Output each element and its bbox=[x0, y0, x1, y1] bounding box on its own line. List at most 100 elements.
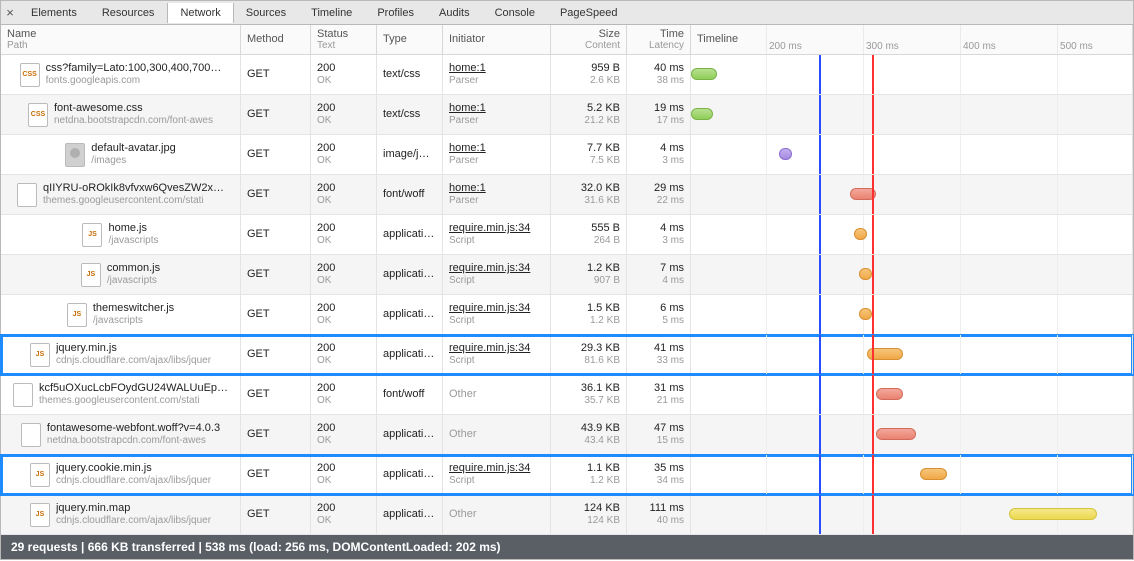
header-initiator[interactable]: Initiator bbox=[443, 25, 551, 54]
tab-profiles[interactable]: Profiles bbox=[365, 3, 427, 23]
timing-bar[interactable] bbox=[779, 148, 792, 160]
network-row[interactable]: fontawesome-webfont.woff?v=4.0.3netdna.b… bbox=[1, 415, 1133, 455]
timing-bar[interactable] bbox=[876, 388, 902, 400]
resource-name: themeswitcher.js bbox=[93, 302, 174, 315]
cell-type: applicati… bbox=[377, 255, 443, 294]
cell-timeline bbox=[691, 455, 1133, 494]
cell-type: text/css bbox=[377, 95, 443, 134]
load-marker bbox=[872, 455, 874, 494]
initiator-link[interactable]: home:1 bbox=[449, 62, 544, 75]
resource-path: netdna.bootstrapcdn.com/font-awes bbox=[54, 115, 213, 127]
network-row[interactable]: jquery.min.jscdnjs.cloudflare.com/ajax/l… bbox=[1, 335, 1133, 375]
network-row[interactable]: jquery.min.mapcdnjs.cloudflare.com/ajax/… bbox=[1, 495, 1133, 535]
load-marker bbox=[872, 215, 874, 254]
cell-timeline bbox=[691, 175, 1133, 214]
timing-bar[interactable] bbox=[859, 268, 872, 280]
network-row[interactable]: jquery.cookie.min.jscdnjs.cloudflare.com… bbox=[1, 455, 1133, 495]
cell-status: 200OK bbox=[311, 255, 377, 294]
cell-time: 40 ms38 ms bbox=[627, 55, 691, 94]
cell-status: 200OK bbox=[311, 455, 377, 494]
cell-status: 200OK bbox=[311, 375, 377, 414]
header-status[interactable]: Status Text bbox=[311, 25, 377, 54]
load-marker bbox=[872, 295, 874, 334]
cell-method: GET bbox=[241, 455, 311, 494]
tab-resources[interactable]: Resources bbox=[90, 3, 168, 23]
timing-bar[interactable] bbox=[876, 428, 916, 440]
tab-console[interactable]: Console bbox=[483, 3, 548, 23]
header-method[interactable]: Method bbox=[241, 25, 311, 54]
resource-path: cdnjs.cloudflare.com/ajax/libs/jquer bbox=[56, 515, 211, 527]
header-type[interactable]: Type bbox=[377, 25, 443, 54]
initiator-link[interactable]: require.min.js:34 bbox=[449, 302, 544, 315]
initiator-link[interactable]: require.min.js:34 bbox=[449, 222, 544, 235]
initiator-link[interactable]: home:1 bbox=[449, 182, 544, 195]
header-timeline[interactable]: Timeline 200 ms300 ms400 ms500 ms bbox=[691, 25, 1133, 54]
cell-initiator: require.min.js:34Script bbox=[443, 295, 551, 334]
network-row[interactable]: themeswitcher.js/javascriptsGET200OKappl… bbox=[1, 295, 1133, 335]
network-row[interactable]: kcf5uOXucLcbFOydGU24WALUuEp…themes.googl… bbox=[1, 375, 1133, 415]
js-file-icon bbox=[30, 503, 50, 527]
cell-method: GET bbox=[241, 175, 311, 214]
cell-name: font-awesome.cssnetdna.bootstrapcdn.com/… bbox=[1, 95, 241, 134]
timeline-tick: 400 ms bbox=[960, 25, 996, 54]
cell-size: 5.2 KB21.2 KB bbox=[551, 95, 627, 134]
cell-status: 200OK bbox=[311, 335, 377, 374]
timing-bar[interactable] bbox=[867, 348, 902, 360]
tab-audits[interactable]: Audits bbox=[427, 3, 483, 23]
resource-name: home.js bbox=[108, 222, 158, 235]
timing-bar[interactable] bbox=[920, 468, 946, 480]
network-row[interactable]: home.js/javascriptsGET200OKapplicati…req… bbox=[1, 215, 1133, 255]
cell-time: 47 ms15 ms bbox=[627, 415, 691, 454]
header-name[interactable]: Name Path bbox=[1, 25, 241, 54]
resource-name: jquery.cookie.min.js bbox=[56, 462, 211, 475]
header-time[interactable]: Time Latency bbox=[627, 25, 691, 54]
initiator-link[interactable]: home:1 bbox=[449, 102, 544, 115]
cell-timeline bbox=[691, 255, 1133, 294]
cell-name: home.js/javascripts bbox=[1, 215, 241, 254]
timing-bar[interactable] bbox=[691, 108, 713, 120]
resource-name: jquery.min.js bbox=[56, 342, 211, 355]
tab-timeline[interactable]: Timeline bbox=[299, 3, 365, 23]
timing-bar[interactable] bbox=[854, 228, 867, 240]
cell-status: 200OK bbox=[311, 415, 377, 454]
tab-pagespeed[interactable]: PageSpeed bbox=[548, 3, 631, 23]
cell-type: applicati… bbox=[377, 455, 443, 494]
timing-bar[interactable] bbox=[859, 308, 872, 320]
js-file-icon bbox=[30, 463, 50, 487]
initiator-link[interactable]: require.min.js:34 bbox=[449, 342, 544, 355]
network-rows-viewport: css?family=Lato:100,300,400,700…fonts.go… bbox=[1, 55, 1133, 535]
domcontentloaded-marker bbox=[819, 55, 821, 94]
network-row[interactable]: default-avatar.jpg/imagesGET200OKimage/j… bbox=[1, 135, 1133, 175]
timing-bar[interactable] bbox=[850, 188, 876, 200]
cell-size: 555 B264 B bbox=[551, 215, 627, 254]
tab-sources[interactable]: Sources bbox=[234, 3, 299, 23]
load-marker bbox=[872, 135, 874, 174]
cell-timeline bbox=[691, 55, 1133, 94]
network-row[interactable]: qIIYRU-oROkIk8vfvxw6QvesZW2x…themes.goog… bbox=[1, 175, 1133, 215]
resource-name: default-avatar.jpg bbox=[91, 142, 175, 155]
initiator-link[interactable]: require.min.js:34 bbox=[449, 462, 544, 475]
cell-timeline bbox=[691, 135, 1133, 174]
tab-elements[interactable]: Elements bbox=[19, 3, 90, 23]
timeline-tick: 200 ms bbox=[766, 25, 802, 54]
cell-status: 200OK bbox=[311, 215, 377, 254]
load-marker bbox=[872, 495, 874, 534]
timing-bar[interactable] bbox=[1009, 508, 1097, 520]
cell-time: 7 ms4 ms bbox=[627, 255, 691, 294]
cell-initiator: home:1Parser bbox=[443, 95, 551, 134]
network-row[interactable]: common.js/javascriptsGET200OKapplicati…r… bbox=[1, 255, 1133, 295]
network-row[interactable]: font-awesome.cssnetdna.bootstrapcdn.com/… bbox=[1, 95, 1133, 135]
tab-network[interactable]: Network bbox=[167, 3, 233, 23]
cell-name: kcf5uOXucLcbFOydGU24WALUuEp…themes.googl… bbox=[1, 375, 241, 414]
header-size[interactable]: Size Content bbox=[551, 25, 627, 54]
timing-bar[interactable] bbox=[691, 68, 717, 80]
close-icon[interactable]: × bbox=[1, 5, 19, 20]
resource-name: common.js bbox=[107, 262, 160, 275]
domcontentloaded-marker bbox=[819, 455, 821, 494]
initiator-link[interactable]: home:1 bbox=[449, 142, 544, 155]
network-row[interactable]: css?family=Lato:100,300,400,700…fonts.go… bbox=[1, 55, 1133, 95]
initiator-link[interactable]: require.min.js:34 bbox=[449, 262, 544, 275]
js-file-icon bbox=[81, 263, 101, 287]
cell-time: 6 ms5 ms bbox=[627, 295, 691, 334]
cell-type: applicati… bbox=[377, 495, 443, 534]
